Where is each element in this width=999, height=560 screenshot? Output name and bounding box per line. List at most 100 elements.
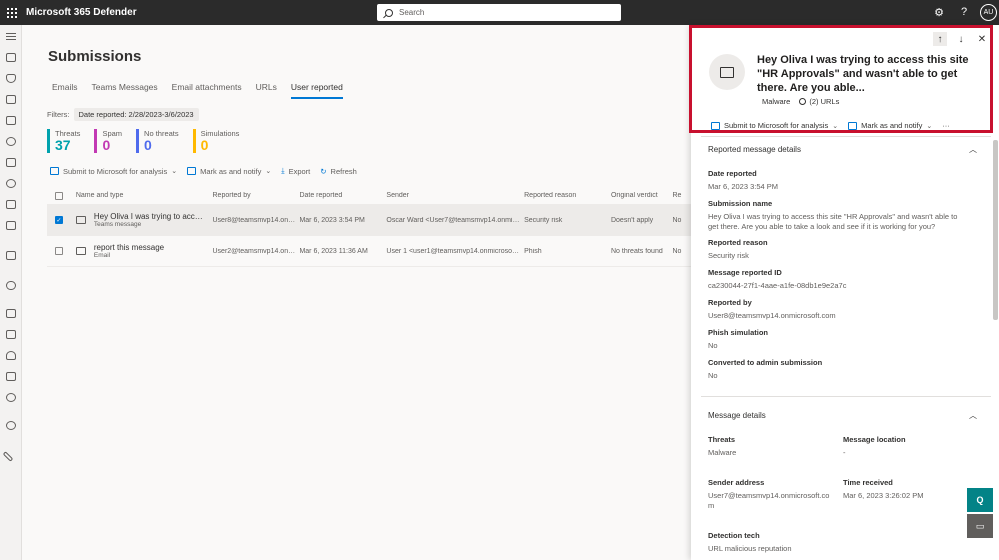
- panel-submit-button[interactable]: Submit to Microsoft for analysis ⌄: [711, 121, 838, 130]
- app-launcher-icon[interactable]: [2, 0, 22, 25]
- next-item-arrow-down-icon[interactable]: ↓: [954, 32, 968, 46]
- panel-scrollbar[interactable]: [993, 140, 998, 320]
- stat-spam[interactable]: Spam 0: [94, 129, 122, 153]
- mark-icon: [187, 167, 197, 175]
- row-verdict: Doesn't apply: [610, 216, 654, 224]
- field-label: Converted to admin submission: [708, 358, 823, 367]
- trophy-icon[interactable]: [6, 158, 16, 167]
- tab-teams-messages[interactable]: Teams Messages: [92, 82, 158, 99]
- stat-value: 0: [144, 137, 152, 153]
- stat-no-threats[interactable]: No threats 0: [136, 129, 179, 153]
- chevron-down-icon: ⌄: [832, 122, 839, 130]
- home-icon[interactable]: [6, 53, 16, 62]
- reported-details-header[interactable]: Reported message details: [708, 145, 801, 154]
- panel-title: Hey Oliva I was trying to access this si…: [757, 54, 969, 94]
- cloud-icon[interactable]: [6, 281, 16, 290]
- settings-gear-icon[interactable]: ⚙: [932, 5, 946, 19]
- previous-item-arrow-up-icon[interactable]: ↑: [933, 32, 947, 46]
- email-icon[interactable]: [6, 251, 16, 260]
- submit-to-microsoft-button[interactable]: Submit to Microsoft for analysis ⌄: [50, 167, 177, 176]
- chevron-down-icon: ⌄: [265, 168, 272, 175]
- col-reported-by[interactable]: Reported by: [213, 192, 300, 199]
- row-checkbox[interactable]: [55, 247, 63, 255]
- refresh-icon: ↻: [320, 166, 327, 176]
- field-detection-tech: Detection tech URL malicious reputation: [708, 531, 968, 554]
- row-date: Mar 6, 2023 11:36 AM: [299, 247, 368, 255]
- col-original-verdict[interactable]: Original verdict: [611, 192, 672, 199]
- field-phish-simulation: Phish simulation No: [708, 328, 968, 351]
- date-filter-pill[interactable]: Date reported: 2/28/2023-3/6/2023: [73, 108, 199, 121]
- tab-emails[interactable]: Emails: [52, 82, 78, 99]
- field-value: User7@teamsmvp14.onmicrosoft.co m: [708, 491, 830, 510]
- tab-urls[interactable]: URLs: [256, 82, 277, 99]
- message-details-header[interactable]: Message details: [708, 411, 766, 420]
- field-label: Reported by: [708, 298, 752, 307]
- field-value: ca230044-27f1-4aae-a1fe-08db1e9e2a7c: [708, 281, 847, 290]
- partners-icon[interactable]: [6, 200, 16, 209]
- identity-icon[interactable]: [6, 179, 16, 188]
- col-reported-reason[interactable]: Reported reason: [524, 192, 611, 199]
- main-content: Submissions Emails Teams Messages Email …: [22, 25, 692, 560]
- table-row[interactable]: report this message Email User2@teamsmvp…: [47, 236, 692, 267]
- urls-tag[interactable]: (2) URLs: [799, 97, 839, 106]
- hamburger-menu-icon[interactable]: [6, 33, 16, 40]
- tab-bar: Emails Teams Messages Email attachments …: [52, 82, 343, 99]
- stat-simulations[interactable]: Simulations 0: [192, 129, 239, 153]
- panel-mark-button[interactable]: Mark as and notify ⌄: [848, 121, 932, 130]
- col-truncated[interactable]: Re: [672, 192, 692, 199]
- field-converted-to-admin: Converted to admin submission No: [708, 358, 968, 381]
- settings-icon[interactable]: [6, 393, 16, 402]
- chevron-up-icon[interactable]: ︿: [969, 410, 977, 421]
- row-reported-by: User2@teamsmvp14.onmicr...: [212, 247, 300, 255]
- field-threats: Threats Malware: [708, 435, 828, 458]
- urls-tag-label: (2) URLs: [809, 97, 840, 106]
- incidents-icon[interactable]: [6, 95, 16, 104]
- select-all-checkbox[interactable]: [55, 191, 63, 200]
- stat-value: 0: [102, 137, 111, 153]
- col-sender[interactable]: Sender: [386, 192, 524, 199]
- row-sender: Oscar Ward <User7@teamsmvp14.onmicrosoft…: [386, 216, 524, 224]
- actions-icon[interactable]: [6, 116, 16, 125]
- health-heart-icon[interactable]: [6, 351, 16, 360]
- hunting-icon[interactable]: [6, 137, 16, 146]
- shield-icon[interactable]: [6, 74, 16, 83]
- refresh-button[interactable]: ↻ Refresh: [320, 167, 357, 176]
- share-icon[interactable]: [6, 221, 16, 230]
- feedback-icon[interactable]: ▭: [967, 514, 993, 538]
- row-sender: User 1 <user1@teamsmvp14.onmicrosoft.com…: [386, 247, 525, 255]
- app-title[interactable]: Microsoft 365 Defender: [26, 7, 137, 18]
- info-icon[interactable]: [6, 421, 16, 430]
- field-value: URL malicious reputation: [708, 544, 792, 553]
- field-value: User8@teamsmvp14.onmicrosoft.com: [708, 311, 836, 320]
- reports-chart-icon[interactable]: [6, 309, 16, 318]
- mark-label: Mark as and notify: [200, 166, 262, 176]
- field-value: -: [843, 448, 846, 457]
- user-avatar[interactable]: AU: [980, 4, 997, 21]
- more-actions-icon[interactable]: ···: [942, 121, 950, 130]
- chevron-up-icon[interactable]: ︿: [969, 144, 977, 155]
- search-input[interactable]: Search: [377, 4, 621, 21]
- stat-threats[interactable]: Threats 37: [47, 129, 80, 153]
- customize-pencil-icon[interactable]: [2, 451, 14, 462]
- table-row[interactable]: ✓ Hey Oliva I was trying to access ... T…: [47, 205, 692, 236]
- submit-label: Submit to Microsoft for analysis: [63, 166, 168, 176]
- row-verdict: No threats found: [610, 247, 663, 255]
- tab-email-attachments[interactable]: Email attachments: [172, 82, 242, 99]
- field-label: Date reported: [708, 169, 757, 178]
- mark-as-notify-button[interactable]: Mark as and notify ⌄: [187, 167, 271, 176]
- field-label: Threats: [708, 435, 736, 444]
- export-button[interactable]: ⤓ Export: [281, 166, 310, 176]
- permissions-key-icon[interactable]: [6, 372, 16, 381]
- row-name[interactable]: Hey Oliva I was trying to access ...: [94, 212, 206, 221]
- row-name[interactable]: report this message: [94, 243, 164, 252]
- close-icon[interactable]: ✕: [975, 32, 989, 46]
- col-name-and-type[interactable]: Name and type: [76, 192, 213, 199]
- help-icon[interactable]: ?: [957, 5, 971, 19]
- tab-user-reported[interactable]: User reported: [290, 82, 343, 99]
- help-chat-icon[interactable]: Q: [967, 488, 993, 512]
- col-date-reported[interactable]: Date reported: [299, 192, 386, 199]
- audit-icon[interactable]: [6, 330, 16, 339]
- row-checkbox[interactable]: ✓: [55, 216, 63, 224]
- field-date-reported: Date reported Mar 6, 2023 3:54 PM: [708, 169, 968, 192]
- field-value: Hey Oliva I was trying to access this si…: [708, 212, 958, 231]
